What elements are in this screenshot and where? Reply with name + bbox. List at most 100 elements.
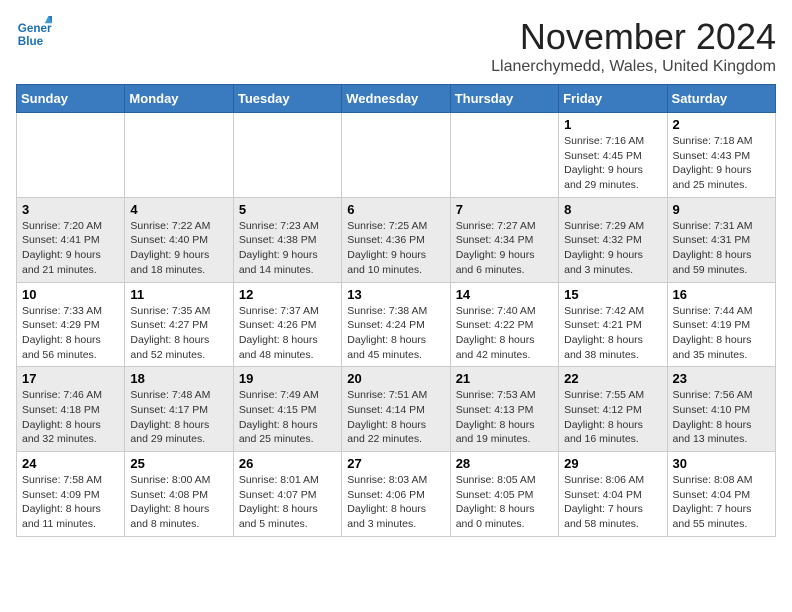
page-header: General Blue November 2024 Llanerchymedd…	[16, 16, 776, 76]
calendar-week-row: 3 Sunrise: 7:20 AMSunset: 4:41 PMDaylight…	[17, 197, 776, 282]
day-number: 18	[130, 371, 227, 386]
logo: General Blue	[16, 16, 52, 52]
day-number: 12	[239, 287, 336, 302]
calendar-cell: 7 Sunrise: 7:27 AMSunset: 4:34 PMDaylight…	[450, 197, 558, 282]
day-info: Sunrise: 7:58 AMSunset: 4:09 PMDaylight:…	[22, 473, 119, 532]
calendar-cell: 4 Sunrise: 7:22 AMSunset: 4:40 PMDaylight…	[125, 197, 233, 282]
calendar-cell: 22 Sunrise: 7:55 AMSunset: 4:12 PMDayligh…	[559, 367, 667, 452]
calendar-cell: 29 Sunrise: 8:06 AMSunset: 4:04 PMDayligh…	[559, 452, 667, 537]
day-info: Sunrise: 7:40 AMSunset: 4:22 PMDaylight:…	[456, 304, 553, 363]
day-info: Sunrise: 8:00 AMSunset: 4:08 PMDaylight:…	[130, 473, 227, 532]
day-info: Sunrise: 8:06 AMSunset: 4:04 PMDaylight:…	[564, 473, 661, 532]
calendar-cell: 6 Sunrise: 7:25 AMSunset: 4:36 PMDaylight…	[342, 197, 450, 282]
day-info: Sunrise: 7:38 AMSunset: 4:24 PMDaylight:…	[347, 304, 444, 363]
calendar-cell: 14 Sunrise: 7:40 AMSunset: 4:22 PMDayligh…	[450, 282, 558, 367]
day-info: Sunrise: 7:29 AMSunset: 4:32 PMDaylight:…	[564, 219, 661, 278]
day-number: 3	[22, 202, 119, 217]
day-number: 30	[673, 456, 770, 471]
day-info: Sunrise: 7:37 AMSunset: 4:26 PMDaylight:…	[239, 304, 336, 363]
day-info: Sunrise: 7:46 AMSunset: 4:18 PMDaylight:…	[22, 388, 119, 447]
weekday-header-thursday: Thursday	[450, 85, 558, 113]
calendar-week-row: 10 Sunrise: 7:33 AMSunset: 4:29 PMDayligh…	[17, 282, 776, 367]
day-info: Sunrise: 7:25 AMSunset: 4:36 PMDaylight:…	[347, 219, 444, 278]
calendar-cell: 21 Sunrise: 7:53 AMSunset: 4:13 PMDayligh…	[450, 367, 558, 452]
calendar-cell: 19Sunrise: 7:49 AMSunset: 4:15 PMDayligh…	[233, 367, 341, 452]
calendar-cell: 13 Sunrise: 7:38 AMSunset: 4:24 PMDayligh…	[342, 282, 450, 367]
location-subtitle: Llanerchymedd, Wales, United Kingdom	[491, 58, 776, 76]
weekday-header-friday: Friday	[559, 85, 667, 113]
day-number: 16	[673, 287, 770, 302]
day-number: 10	[22, 287, 119, 302]
calendar-cell: 27Sunrise: 8:03 AMSunset: 4:06 PMDayligh…	[342, 452, 450, 537]
calendar-cell: 1Sunrise: 7:16 AMSunset: 4:45 PMDaylight…	[559, 113, 667, 198]
day-info: Sunrise: 7:27 AMSunset: 4:34 PMDaylight:…	[456, 219, 553, 278]
day-number: 22	[564, 371, 661, 386]
day-info: Sunrise: 7:20 AMSunset: 4:41 PMDaylight:…	[22, 219, 119, 278]
day-info: Sunrise: 7:35 AMSunset: 4:27 PMDaylight:…	[130, 304, 227, 363]
calendar-cell: 8 Sunrise: 7:29 AMSunset: 4:32 PMDaylight…	[559, 197, 667, 282]
calendar-week-row: 1Sunrise: 7:16 AMSunset: 4:45 PMDaylight…	[17, 113, 776, 198]
day-number: 17	[22, 371, 119, 386]
weekday-header-sunday: Sunday	[17, 85, 125, 113]
day-number: 6	[347, 202, 444, 217]
day-info: Sunrise: 8:01 AMSunset: 4:07 PMDaylight:…	[239, 473, 336, 532]
calendar-cell: 12 Sunrise: 7:37 AMSunset: 4:26 PMDayligh…	[233, 282, 341, 367]
day-number: 7	[456, 202, 553, 217]
day-info: Sunrise: 8:05 AMSunset: 4:05 PMDaylight:…	[456, 473, 553, 532]
day-number: 2	[673, 117, 770, 132]
day-info: Sunrise: 7:22 AMSunset: 4:40 PMDaylight:…	[130, 219, 227, 278]
weekday-header-monday: Monday	[125, 85, 233, 113]
weekday-header-tuesday: Tuesday	[233, 85, 341, 113]
day-number: 28	[456, 456, 553, 471]
day-number: 8	[564, 202, 661, 217]
calendar-cell	[342, 113, 450, 198]
day-number: 21	[456, 371, 553, 386]
day-number: 29	[564, 456, 661, 471]
calendar-cell: 30 Sunrise: 8:08 AMSunset: 4:04 PMDayligh…	[667, 452, 775, 537]
day-number: 20	[347, 371, 444, 386]
day-info: Sunrise: 8:08 AMSunset: 4:04 PMDaylight:…	[673, 473, 770, 532]
day-info: Sunrise: 7:33 AMSunset: 4:29 PMDaylight:…	[22, 304, 119, 363]
calendar-cell: 23Sunrise: 7:56 AMSunset: 4:10 PMDayligh…	[667, 367, 775, 452]
weekday-header-saturday: Saturday	[667, 85, 775, 113]
calendar-week-row: 17 Sunrise: 7:46 AMSunset: 4:18 PMDayligh…	[17, 367, 776, 452]
month-year-title: November 2024	[491, 16, 776, 58]
day-info: Sunrise: 7:51 AMSunset: 4:14 PMDaylight:…	[347, 388, 444, 447]
calendar-cell: 10 Sunrise: 7:33 AMSunset: 4:29 PMDayligh…	[17, 282, 125, 367]
calendar-cell: 2Sunrise: 7:18 AMSunset: 4:43 PMDaylight…	[667, 113, 775, 198]
day-number: 25	[130, 456, 227, 471]
day-info: Sunrise: 7:56 AMSunset: 4:10 PMDaylight:…	[673, 388, 770, 447]
title-area: November 2024 Llanerchymedd, Wales, Unit…	[491, 16, 776, 76]
day-info: Sunrise: 7:16 AMSunset: 4:45 PMDaylight:…	[564, 134, 661, 193]
day-info: Sunrise: 7:31 AMSunset: 4:31 PMDaylight:…	[673, 219, 770, 278]
calendar-cell: 26Sunrise: 8:01 AMSunset: 4:07 PMDayligh…	[233, 452, 341, 537]
day-number: 24	[22, 456, 119, 471]
svg-text:Blue: Blue	[18, 35, 44, 48]
day-info: Sunrise: 7:53 AMSunset: 4:13 PMDaylight:…	[456, 388, 553, 447]
day-info: Sunrise: 7:23 AMSunset: 4:38 PMDaylight:…	[239, 219, 336, 278]
weekday-header-row: SundayMondayTuesdayWednesdayThursdayFrid…	[17, 85, 776, 113]
day-number: 11	[130, 287, 227, 302]
calendar-cell	[17, 113, 125, 198]
day-number: 14	[456, 287, 553, 302]
calendar-cell	[450, 113, 558, 198]
day-number: 5	[239, 202, 336, 217]
calendar-cell	[233, 113, 341, 198]
day-number: 13	[347, 287, 444, 302]
calendar-cell: 3 Sunrise: 7:20 AMSunset: 4:41 PMDaylight…	[17, 197, 125, 282]
logo-icon: General Blue	[16, 16, 52, 52]
weekday-header-wednesday: Wednesday	[342, 85, 450, 113]
calendar-table: SundayMondayTuesdayWednesdayThursdayFrid…	[16, 84, 776, 537]
calendar-cell: 15Sunrise: 7:42 AMSunset: 4:21 PMDayligh…	[559, 282, 667, 367]
day-info: Sunrise: 8:03 AMSunset: 4:06 PMDaylight:…	[347, 473, 444, 532]
calendar-cell	[125, 113, 233, 198]
day-info: Sunrise: 7:49 AMSunset: 4:15 PMDaylight:…	[239, 388, 336, 447]
day-info: Sunrise: 7:42 AMSunset: 4:21 PMDaylight:…	[564, 304, 661, 363]
day-number: 9	[673, 202, 770, 217]
day-info: Sunrise: 7:48 AMSunset: 4:17 PMDaylight:…	[130, 388, 227, 447]
day-info: Sunrise: 7:55 AMSunset: 4:12 PMDaylight:…	[564, 388, 661, 447]
calendar-cell: 20 Sunrise: 7:51 AMSunset: 4:14 PMDayligh…	[342, 367, 450, 452]
calendar-week-row: 24 Sunrise: 7:58 AMSunset: 4:09 PMDayligh…	[17, 452, 776, 537]
calendar-cell: 11 Sunrise: 7:35 AMSunset: 4:27 PMDayligh…	[125, 282, 233, 367]
day-number: 4	[130, 202, 227, 217]
